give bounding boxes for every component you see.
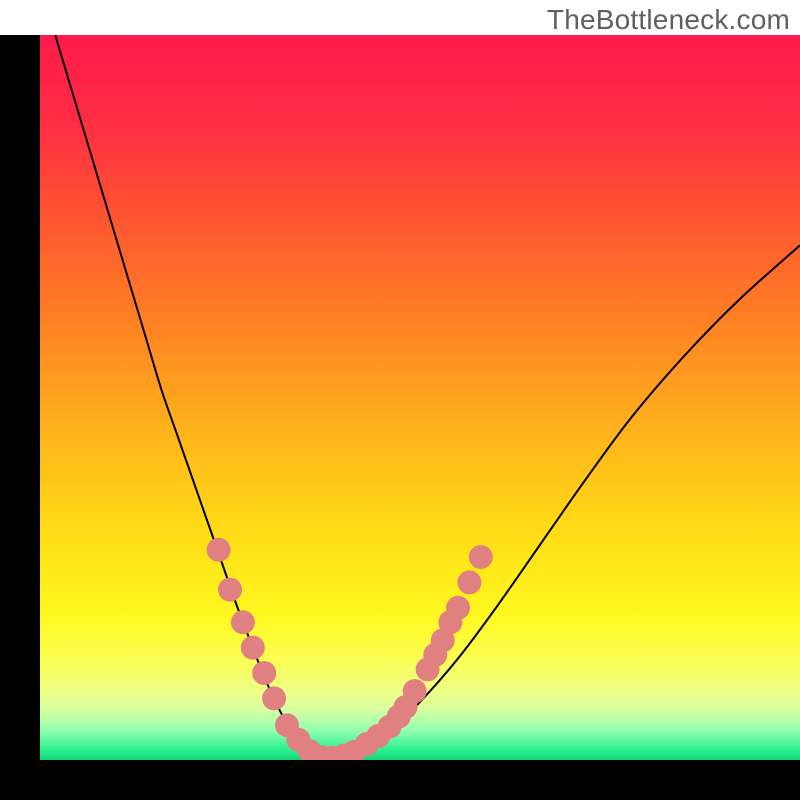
marker-point (231, 610, 255, 634)
chart-frame: TheBottleneck.com (0, 0, 800, 800)
marker-point (252, 661, 276, 685)
marker-point (469, 545, 493, 569)
gradient-background (40, 35, 800, 760)
marker-point (446, 596, 470, 620)
chart-svg (40, 35, 800, 760)
marker-point (457, 570, 481, 594)
watermark-text: TheBottleneck.com (547, 4, 790, 36)
marker-point (403, 679, 427, 703)
marker-point (262, 686, 286, 710)
plot-area (40, 35, 800, 760)
marker-point (241, 636, 265, 660)
marker-point (218, 578, 242, 602)
marker-point (207, 538, 231, 562)
